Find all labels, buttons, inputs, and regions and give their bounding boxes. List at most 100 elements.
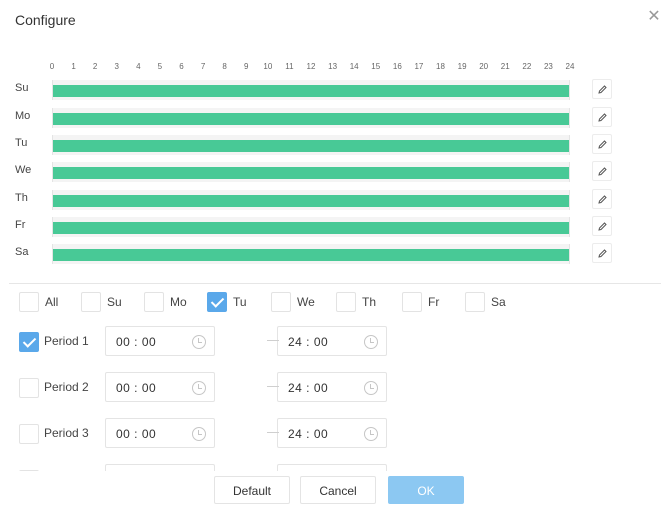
hour-tick-label: 12 [306, 62, 316, 71]
edit-day-button[interactable] [592, 243, 612, 263]
day-checkbox[interactable] [144, 292, 164, 312]
period-label: Period 2 [44, 380, 89, 394]
schedule-bar[interactable] [53, 195, 569, 207]
day-label: Su [15, 82, 29, 94]
day-label: Mo [15, 110, 31, 122]
day-row: Th [0, 189, 670, 210]
hour-tick-label: 15 [371, 62, 381, 71]
day-timeline[interactable] [52, 80, 570, 100]
pencil-icon [598, 249, 607, 258]
day-checkbox[interactable] [271, 292, 291, 312]
day-row: Su [0, 79, 670, 100]
hour-tick-label: 7 [200, 62, 206, 71]
day-checkbox-label: Sa [491, 295, 506, 309]
period-row: Period 3 00 : 00 24 : 00 [19, 418, 659, 448]
day-label: Fr [15, 219, 26, 231]
hour-tick-label: 3 [114, 62, 119, 71]
period-end-time[interactable]: 24 : 00 [277, 326, 387, 356]
hour-tick-label: 16 [392, 62, 402, 71]
schedule-bar[interactable] [53, 113, 569, 125]
ok-button[interactable]: OK [388, 476, 464, 504]
day-checkbox-label: All [45, 295, 59, 309]
day-checkbox-group: All Su Mo Tu We Th Fr Sa [19, 292, 659, 312]
day-row: Mo [0, 107, 670, 128]
time-value: 00 : 00 [116, 427, 157, 441]
schedule-bar[interactable] [53, 140, 569, 152]
hour-tick-label: 19 [457, 62, 467, 71]
pencil-icon [598, 113, 607, 122]
hour-axis: 0 1 2 3 4 5 6 7 8 9 10 11 12 13 14 15 16 17 18 19 20 21 22 23 24 [50, 62, 575, 74]
period-label: Period 1 [44, 334, 89, 348]
edit-day-button[interactable] [592, 161, 612, 181]
day-checkbox-label: We [297, 295, 315, 309]
period-start-time[interactable]: 00 : 00 [105, 418, 215, 448]
day-checkbox[interactable] [336, 292, 356, 312]
clock-icon[interactable] [192, 335, 206, 349]
pencil-icon [598, 140, 607, 149]
hour-tick-label: 14 [349, 62, 359, 71]
period-end-time[interactable]: 24 : 00 [277, 372, 387, 402]
schedule-bar[interactable] [53, 222, 569, 234]
schedule-bar[interactable] [53, 167, 569, 179]
day-checkbox-label: Mo [170, 295, 187, 309]
clock-icon[interactable] [364, 381, 378, 395]
schedule-bar[interactable] [53, 85, 569, 97]
time-value: 24 : 00 [288, 427, 329, 441]
day-timeline[interactable] [52, 135, 570, 155]
period-checkbox[interactable] [19, 424, 39, 444]
day-timeline[interactable] [52, 244, 570, 264]
day-checkbox-label: Th [362, 295, 377, 309]
period-start-time[interactable]: 00 : 00 [105, 326, 215, 356]
clock-icon[interactable] [192, 381, 206, 395]
cancel-button[interactable]: Cancel [300, 476, 376, 504]
day-checkbox-label: Su [107, 295, 122, 309]
pencil-icon [598, 222, 607, 231]
day-row: Tu [0, 134, 670, 155]
day-timeline[interactable] [52, 190, 570, 210]
hour-tick-label: 24 [565, 62, 575, 71]
period-label: Period 3 [44, 426, 89, 440]
day-label: We [15, 164, 32, 176]
day-row: Fr [0, 216, 670, 237]
clock-icon[interactable] [192, 427, 206, 441]
edit-day-button[interactable] [592, 216, 612, 236]
edit-day-button[interactable] [592, 107, 612, 127]
range-separator [267, 386, 279, 387]
day-checkbox[interactable] [19, 292, 39, 312]
clock-icon[interactable] [364, 427, 378, 441]
day-label: Tu [15, 137, 28, 149]
hour-tick-label: 8 [222, 62, 227, 71]
day-checkbox[interactable] [402, 292, 422, 312]
time-value: 00 : 00 [116, 335, 157, 349]
dialog-title: Configure [15, 12, 76, 28]
day-checkbox-label: Fr [428, 295, 440, 309]
day-checkbox[interactable] [465, 292, 485, 312]
day-timeline[interactable] [52, 108, 570, 128]
default-button[interactable]: Default [214, 476, 290, 504]
clock-icon[interactable] [364, 335, 378, 349]
day-timeline[interactable] [52, 162, 570, 182]
hour-tick-label: 5 [157, 62, 163, 71]
range-separator [267, 432, 279, 433]
time-value: 24 : 00 [288, 381, 329, 395]
hour-tick-label: 18 [436, 62, 445, 71]
hour-tick-label: 20 [479, 62, 489, 71]
edit-day-button[interactable] [592, 79, 612, 99]
day-checkbox[interactable] [81, 292, 101, 312]
period-checkbox[interactable] [19, 332, 39, 352]
period-start-time[interactable]: 00 : 00 [105, 372, 215, 402]
hour-tick-label: 10 [263, 62, 273, 71]
day-timeline[interactable] [52, 217, 570, 237]
schedule-bar[interactable] [53, 249, 569, 261]
day-label: Sa [15, 246, 29, 258]
hour-tick-label: 4 [136, 62, 141, 71]
period-checkbox[interactable] [19, 378, 39, 398]
edit-day-button[interactable] [592, 189, 612, 209]
close-icon[interactable]: ✕ [646, 9, 662, 25]
day-checkbox[interactable] [207, 292, 227, 312]
day-checkbox-label: Tu [233, 295, 247, 309]
period-end-time[interactable]: 24 : 00 [277, 418, 387, 448]
period-row: Period 2 00 : 00 24 : 00 [19, 372, 659, 402]
edit-day-button[interactable] [592, 134, 612, 154]
hour-tick-label: 1 [71, 62, 76, 71]
